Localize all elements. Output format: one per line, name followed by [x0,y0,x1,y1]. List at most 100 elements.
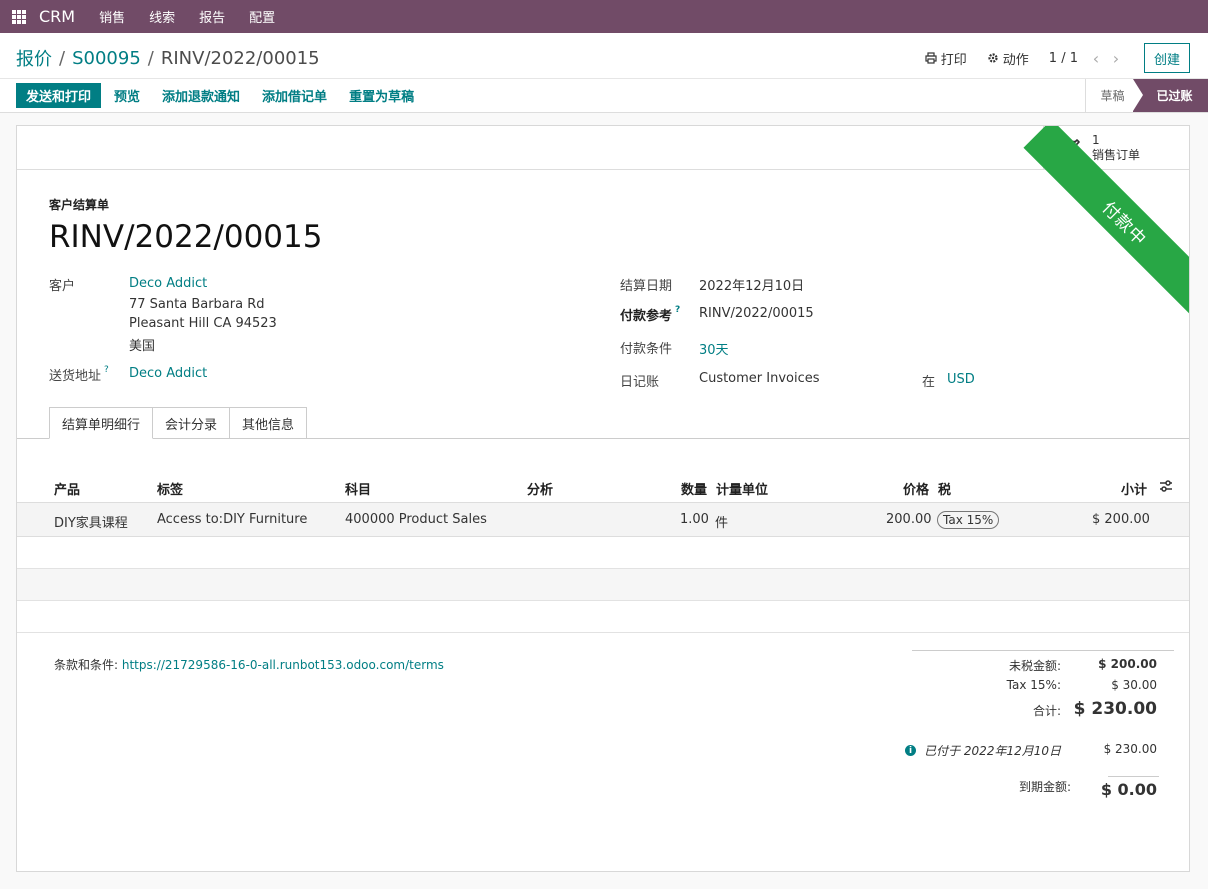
pager-next-icon[interactable]: › [1106,49,1126,68]
column-price[interactable]: 价格 [903,479,929,498]
cell-subtotal: $ 200.00 [1092,512,1150,527]
tab-invoice-lines[interactable]: 结算单明细行 [49,407,154,439]
help-icon[interactable]: ? [104,365,109,375]
top-menu: 销售 线索 报告 配置 [87,7,287,26]
cell-product[interactable]: DIY家具课程 [54,512,128,531]
print-label: 打印 [940,52,967,68]
row-divider [17,632,1189,633]
pager-previous-icon[interactable]: ‹ [1086,49,1106,68]
menu-leads[interactable]: 线索 [149,7,175,26]
cell-label[interactable]: Access to:DIY Furniture [157,512,307,527]
add-credit-note-button[interactable]: 添加退款通知 [162,86,240,105]
create-button[interactable]: 创建 [1143,43,1190,73]
delivery-address-field[interactable]: Deco Addict [129,366,207,381]
help-icon[interactable]: ? [675,305,680,315]
breadcrumb: 报价 / S00095 / RINV/2022/00015 [16,45,320,71]
add-debit-note-button[interactable]: 添加借记单 [262,86,327,105]
tab-journal-items[interactable]: 会计分录 [153,407,231,439]
payment-label: 已付于 2022年12月10日 [924,744,1061,758]
info-icon[interactable]: i [905,745,917,756]
payment-amount: $ 230.00 [1103,742,1157,756]
form-actions: 发送和打印 预览 添加退款通知 添加借记单 重置为草稿 [16,83,414,108]
menu-sales[interactable]: 销售 [99,7,125,26]
form-sheet: 1 销售订单 付款中 客户结算单 RINV/2022/00015 客户 Deco… [16,125,1190,872]
payment-reference-label: 付款参考? [620,305,680,324]
send-print-button[interactable]: 发送和打印 [16,83,102,108]
action-button[interactable]: 动作 [987,49,1029,68]
menu-reports[interactable]: 报告 [199,7,225,26]
gear-icon [988,53,998,63]
column-uom[interactable]: 计量单位 [716,479,768,498]
status-posted: 已过账 [1133,79,1208,112]
terms-and-conditions: 条款和条件: https://21729586-16-0-all.runbot1… [54,656,444,673]
customer-address-city: Pleasant Hill CA 94523 [129,316,277,331]
column-product[interactable]: 产品 [54,479,80,498]
cell-price[interactable]: 200.00 [886,512,932,527]
column-analytic[interactable]: 分析 [527,479,553,498]
print-icon [925,52,937,64]
smart-button-label: 销售订单 [1092,148,1141,162]
column-subtotal[interactable]: 小计 [1121,479,1147,498]
breadcrumb-order[interactable]: S00095 [72,48,141,69]
menu-config[interactable]: 配置 [249,7,275,26]
pager-value[interactable]: 1 / 1 [1049,51,1078,66]
currency-in-label: 在 [922,375,936,390]
journal-field[interactable]: Customer Invoices [699,371,820,386]
breadcrumb-separator: / [147,47,154,69]
tab-other-info[interactable]: 其他信息 [230,407,308,439]
invoice-date-label: 结算日期 [620,279,673,294]
customer-field[interactable]: Deco Addict [129,276,207,291]
status-bar: 草稿 已过账 [1085,79,1208,112]
amount-due-label: 到期金额: [1018,780,1071,794]
breadcrumb-current: RINV/2022/00015 [160,47,320,69]
row-divider [17,600,1189,601]
smart-button-count: 1 [1092,133,1100,147]
app-name[interactable]: CRM [39,7,75,26]
breadcrumb-separator: / [59,47,66,69]
customer-address-street: 77 Santa Barbara Rd [129,297,265,312]
breadcrumb-quotations[interactable]: 报价 [16,45,52,71]
invoice-date-field[interactable]: 2022年12月10日 [699,275,804,294]
top-navbar: CRM 销售 线索 报告 配置 [0,0,1208,33]
terms-link[interactable]: https://21729586-16-0-all.runbot153.odoo… [122,658,444,672]
control-panel: 报价 / S00095 / RINV/2022/00015 打印 动作 1 / … [0,33,1208,113]
print-button[interactable]: 打印 [925,49,967,68]
terms-label: 条款和条件: [54,658,119,672]
action-label: 动作 [1002,52,1029,68]
total-label: 合计: [1032,704,1061,718]
cell-tax-badge[interactable]: Tax 15% [937,511,1000,529]
column-account[interactable]: 科目 [345,479,371,498]
amount-due: $ 0.00 [1100,780,1157,799]
delivery-address-label: 送货地址? [49,365,109,384]
apps-menu-icon[interactable] [12,9,26,24]
row-divider [17,568,1189,569]
untaxed-label: 未税金额: [1008,659,1061,673]
column-settings-icon[interactable] [1159,479,1173,493]
control-panel-divider [0,78,1208,79]
customer-address-country: 美国 [129,339,156,354]
currency-field[interactable]: USD [947,372,975,387]
preview-button[interactable]: 预览 [114,86,140,105]
column-quantity[interactable]: 数量 [681,479,707,498]
cell-uom[interactable]: 件 [715,512,728,531]
column-tax[interactable]: 税 [938,479,951,498]
reset-to-draft-button[interactable]: 重置为草稿 [349,86,414,105]
cell-account[interactable]: 400000 Product Sales [345,512,487,527]
tax-amount: $ 30.00 [1111,678,1157,692]
total-amount: $ 230.00 [1073,699,1157,719]
document-title: RINV/2022/00015 [49,219,323,255]
notebook-tabs: 结算单明细行 会计分录 其他信息 [49,407,308,439]
untaxed-amount: $ 200.00 [1098,657,1157,671]
button-box: 1 销售订单 [17,126,1189,170]
control-panel-right: 打印 动作 1 / 1 ‹ › 创建 [925,43,1190,73]
document-type: 客户结算单 [49,198,110,212]
empty-row [17,569,1189,601]
payment-terms-label: 付款条件 [620,342,673,357]
payment-terms-field[interactable]: 30天 [699,339,729,358]
payment-line[interactable]: i 已付于 2022年12月10日 [905,742,1061,759]
cell-quantity[interactable]: 1.00 [680,512,709,527]
column-label[interactable]: 标签 [157,479,183,498]
journal-label: 日记账 [620,375,660,390]
tax-label: Tax 15%: [1006,678,1061,692]
payment-reference-field[interactable]: RINV/2022/00015 [699,306,814,321]
